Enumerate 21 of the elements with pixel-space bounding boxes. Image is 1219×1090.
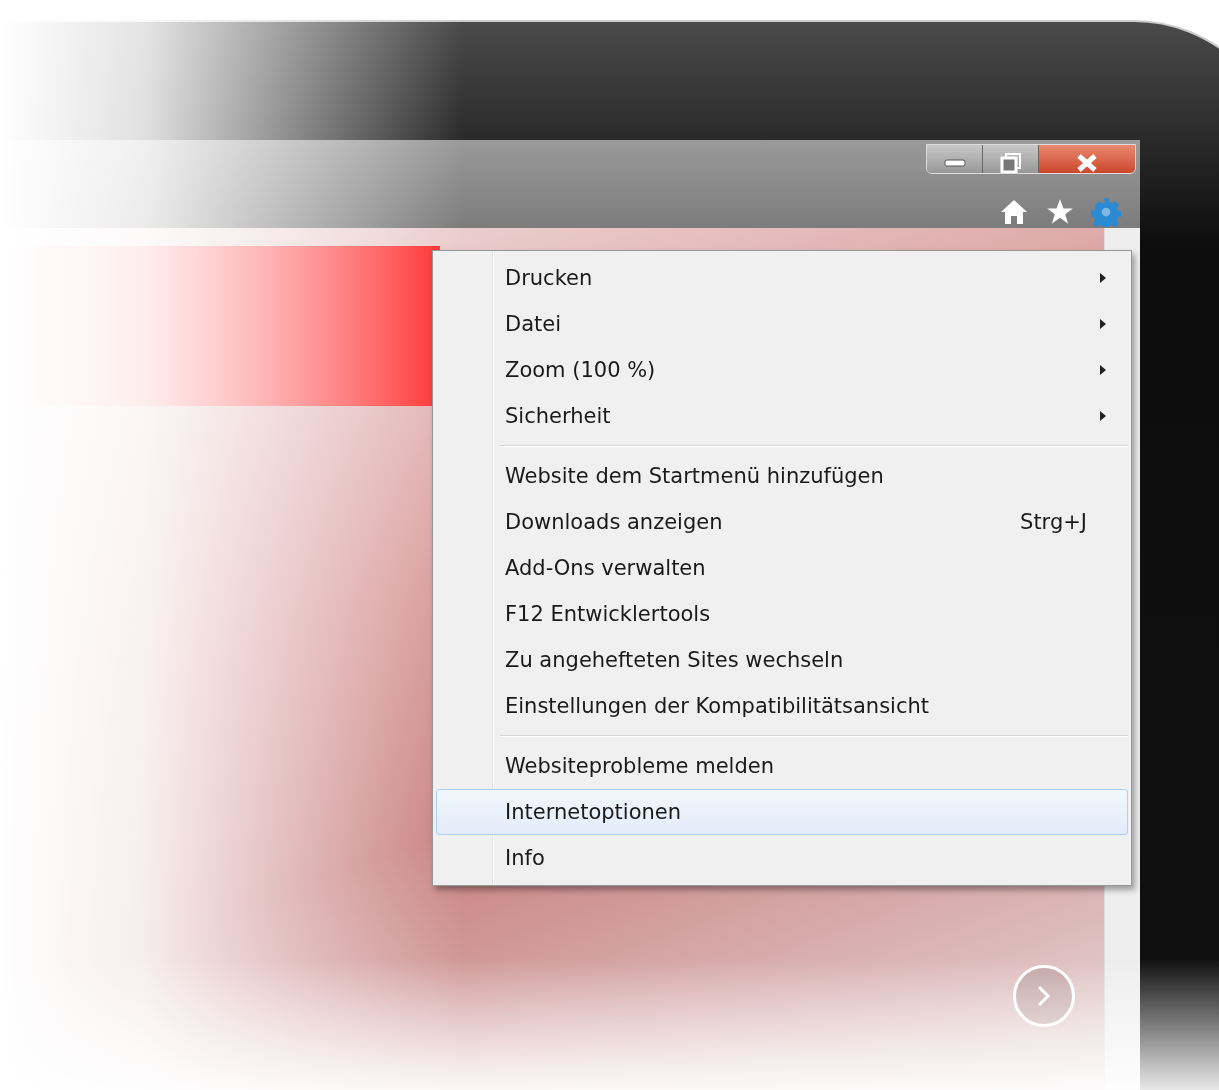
menu-item[interactable]: F12 Entwicklertools	[436, 591, 1128, 637]
menu-item[interactable]: Drucken	[436, 255, 1128, 301]
menu-item[interactable]: Datei	[436, 301, 1128, 347]
menu-item[interactable]: Sicherheit	[436, 393, 1128, 439]
restore-icon	[999, 152, 1022, 173]
restore-button[interactable]	[983, 145, 1039, 173]
close-button[interactable]	[1039, 145, 1135, 173]
menu-item[interactable]: Zoom (100 %)	[436, 347, 1128, 393]
menu-item[interactable]: Websiteprobleme melden	[436, 743, 1128, 789]
menu-item[interactable]: Einstellungen der Kompatibilitätsansicht	[436, 683, 1128, 729]
menu-item[interactable]: Add-Ons verwalten	[436, 545, 1128, 591]
menu-item[interactable]: Info	[436, 835, 1128, 881]
shortcut-label: Strg+J	[1020, 510, 1087, 534]
chevron-icon	[1037, 985, 1051, 1007]
minimize-button[interactable]	[927, 145, 983, 173]
minimize-icon	[943, 159, 966, 167]
menu-item[interactable]: Internetoptionen	[436, 789, 1128, 835]
close-icon	[1076, 153, 1098, 173]
menu-item[interactable]: Zu angehefteten Sites wechseln	[436, 637, 1128, 683]
menu-item[interactable]: Downloads anzeigen Strg+J	[436, 499, 1128, 545]
menu-item[interactable]: Website dem Startmenü hinzufügen	[436, 453, 1128, 499]
